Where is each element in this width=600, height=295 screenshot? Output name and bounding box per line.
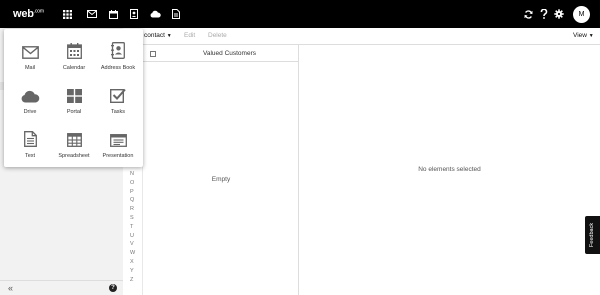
apps-grid-icon[interactable] (60, 7, 74, 21)
spreadsheet-icon (66, 125, 82, 147)
chevron-down-icon: ▼ (166, 33, 172, 39)
presentation-icon (109, 125, 127, 147)
calendar-icon[interactable] (106, 7, 120, 21)
app-label: Text (24, 153, 36, 159)
alphabet-letter[interactable]: U (130, 233, 134, 239)
alphabet-letter[interactable]: Y (130, 268, 134, 274)
edit-button[interactable]: Edit (184, 32, 195, 39)
app-mail[interactable]: Mail (8, 37, 52, 79)
feedback-label: Feedback (589, 222, 596, 248)
new-contact-button[interactable]: contact ▼ (144, 32, 172, 39)
mail-icon (21, 37, 39, 59)
app-presentation[interactable]: Presentation (96, 125, 140, 167)
new-contact-label: contact (144, 32, 165, 39)
empty-list-message: Empty (211, 176, 231, 183)
alphabet-letter[interactable]: V (130, 241, 134, 247)
document-icon[interactable] (169, 7, 183, 21)
app-calendar[interactable]: Calendar (52, 37, 96, 79)
app-label: Calendar (62, 65, 86, 71)
group-title: Valued Customers (203, 50, 256, 57)
app-address-book[interactable]: Address Book (96, 37, 140, 79)
select-all-checkbox[interactable] (150, 51, 156, 57)
alphabet-letter[interactable]: X (130, 259, 134, 265)
app-label: Address Book (100, 65, 136, 71)
sidebar-footer: « ? (0, 280, 123, 295)
alphabet-letter[interactable]: N (130, 171, 134, 177)
logo[interactable]: web.com (13, 8, 44, 20)
delete-button[interactable]: Delete (208, 32, 227, 39)
top-bar: web.com M (0, 0, 600, 28)
view-label: View (573, 32, 587, 39)
app-label: Tasks (110, 109, 126, 115)
alphabet-letter[interactable]: Q (130, 197, 134, 203)
calendar-icon (66, 37, 82, 59)
detail-pane: No elements selected (299, 45, 600, 295)
logo-text: web (13, 8, 34, 20)
logo-suffix: .com (33, 8, 44, 15)
apps-menu: Mail Calendar Address Book Drive Portal … (4, 29, 143, 167)
portal-icon (66, 81, 82, 103)
contact-list: Valued Customers Empty (143, 45, 299, 295)
alphabet-letter[interactable]: P (130, 189, 134, 195)
list-header: Valued Customers (143, 45, 299, 62)
address-book-icon[interactable] (127, 7, 141, 21)
alphabet-letter[interactable]: Z (130, 277, 133, 283)
settings-icon[interactable] (552, 7, 566, 21)
mail-icon[interactable] (85, 7, 99, 21)
toolbar: contact ▼ Edit Delete View ▼ (123, 28, 600, 45)
cloud-drive-icon[interactable] (148, 7, 162, 21)
chevron-down-icon: ▼ (588, 33, 594, 39)
help-button[interactable]: ? (109, 284, 117, 292)
collapse-sidebar-button[interactable]: « (8, 283, 13, 293)
address-book-icon (111, 37, 125, 59)
sync-icon[interactable] (521, 7, 535, 21)
app-label: Spreadsheet (58, 153, 90, 159)
app-label: Presentation (102, 153, 134, 159)
alphabet-letter[interactable]: W (130, 250, 135, 256)
cloud-drive-icon (21, 81, 40, 103)
text-document-icon (23, 125, 37, 147)
no-selection-message: No elements selected (418, 166, 481, 173)
app-text[interactable]: Text (8, 125, 52, 167)
tasks-icon (110, 81, 126, 103)
app-tasks[interactable]: Tasks (96, 81, 140, 123)
app-drive[interactable]: Drive (8, 81, 52, 123)
user-avatar[interactable]: M (573, 6, 590, 23)
feedback-tab[interactable]: Feedback (585, 216, 600, 254)
view-menu-button[interactable]: View ▼ (573, 32, 594, 39)
help-icon[interactable] (537, 7, 551, 21)
app-label: Portal (66, 109, 82, 115)
app-label: Drive (23, 109, 37, 115)
alphabet-letter[interactable]: T (130, 224, 133, 230)
alphabet-letter[interactable]: R (130, 206, 134, 212)
alphabet-letter[interactable]: O (130, 180, 134, 186)
app-spreadsheet[interactable]: Spreadsheet (52, 125, 96, 167)
alphabet-letter[interactable]: S (130, 215, 134, 221)
app-label: Mail (24, 65, 36, 71)
app-portal[interactable]: Portal (52, 81, 96, 123)
